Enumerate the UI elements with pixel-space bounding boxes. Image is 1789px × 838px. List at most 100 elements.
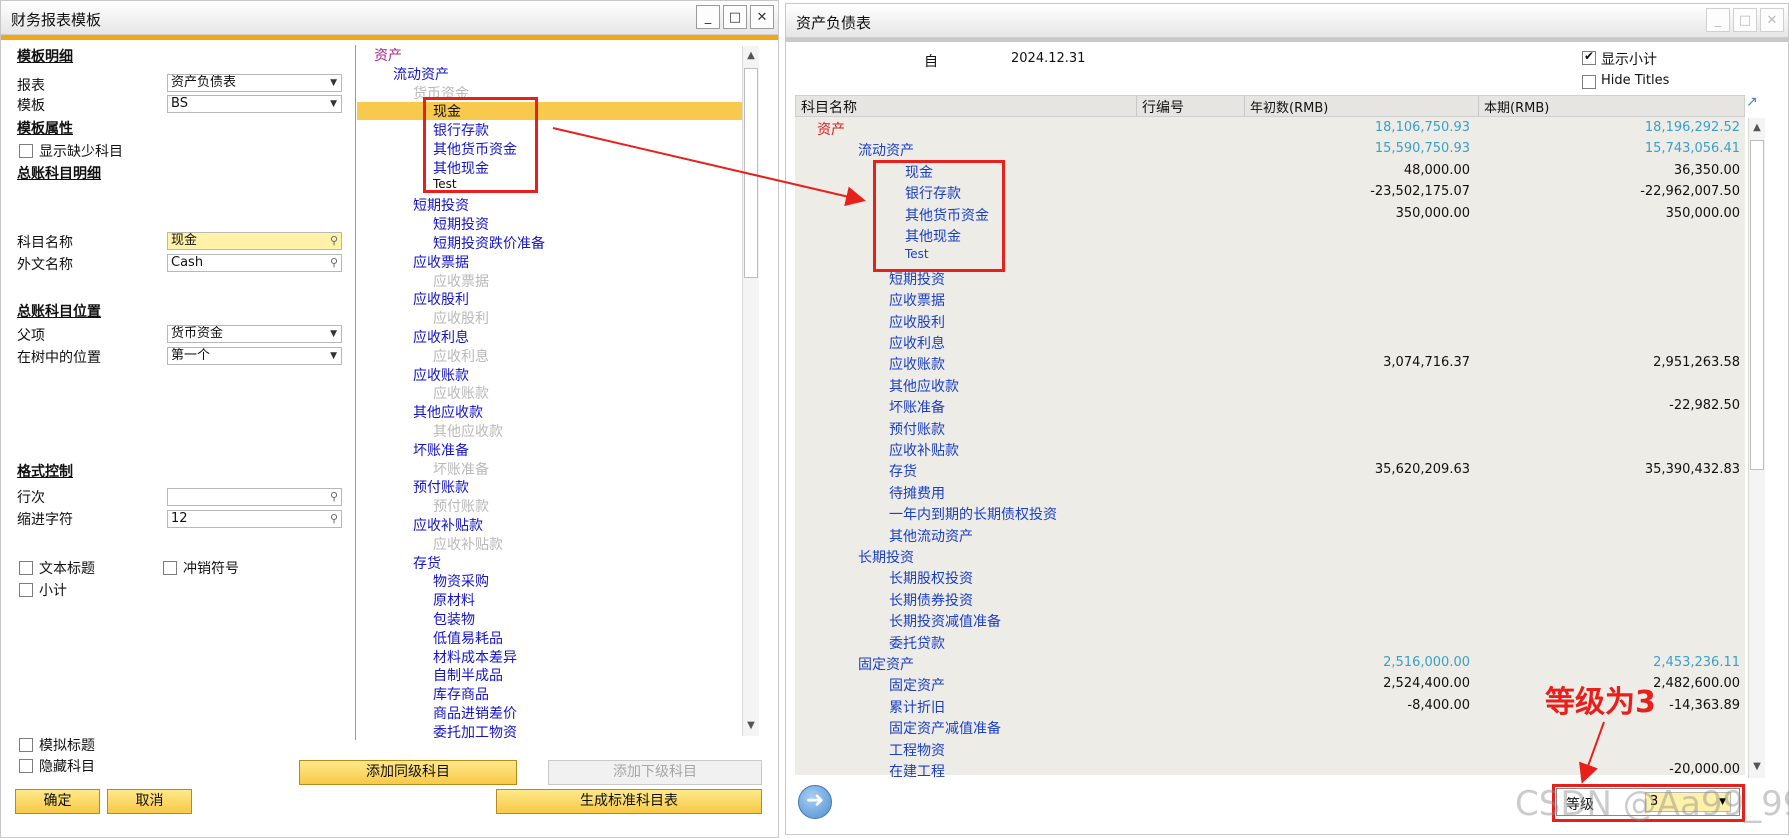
row-account-name[interactable]: 长期债券投资 — [889, 590, 973, 610]
text-title-checkbox[interactable] — [19, 561, 33, 575]
ok-button[interactable]: 确定 — [15, 789, 100, 814]
minimize-icon[interactable]: _ — [696, 5, 720, 29]
row-account-name[interactable]: 其他应收款 — [889, 376, 959, 396]
row-account-name[interactable]: 累计折旧 — [889, 697, 945, 717]
tree-item[interactable]: 原材料 — [433, 590, 475, 610]
row-account-name[interactable]: 应收账款 — [889, 354, 945, 374]
reversal-sign-checkbox[interactable] — [163, 561, 177, 575]
tree-item[interactable]: 物资采购 — [433, 571, 489, 591]
sim-title-checkbox[interactable] — [19, 738, 33, 752]
lookup-icon[interactable]: ⚲ — [330, 489, 338, 505]
row-account-name[interactable]: 应收利息 — [889, 333, 945, 353]
lookup-icon[interactable]: ⚲ — [330, 233, 338, 249]
tree-item[interactable]: 预付账款 — [433, 496, 489, 516]
tree-item[interactable]: 应收补贴款 — [433, 534, 503, 554]
expand-icon[interactable]: ↗ — [1746, 94, 1758, 110]
account-name-input[interactable]: 现金 ⚲ — [167, 232, 342, 250]
tree-item[interactable]: 应收票据 — [413, 252, 469, 272]
tree-item[interactable]: 应收股利 — [413, 289, 469, 309]
hide-titles-checkbox[interactable] — [1582, 75, 1596, 89]
scroll-thumb[interactable] — [1750, 140, 1764, 470]
template-select[interactable]: BS — [167, 95, 342, 113]
tree-item[interactable]: 其他应收款 — [433, 421, 503, 441]
row-account-name[interactable]: 其他流动资产 — [889, 526, 973, 546]
foreign-name-input[interactable]: Cash ⚲ — [167, 254, 342, 272]
tree-scrollbar[interactable]: ▲ ▼ — [742, 46, 759, 736]
tree-item[interactable]: 应收股利 — [433, 308, 489, 328]
tree-item[interactable]: 委托加工物资 — [433, 722, 517, 742]
row-account-name[interactable]: 在建工程 — [889, 761, 945, 781]
row-account-name[interactable]: 固定资产减值准备 — [889, 718, 1001, 738]
tree-item[interactable]: 其他应收款 — [413, 402, 483, 422]
row-account-name[interactable]: 坏账准备 — [889, 397, 945, 417]
hidden-account-checkbox[interactable] — [19, 759, 33, 773]
indent-input[interactable]: 12 ⚲ — [167, 510, 342, 528]
row-account-name[interactable]: 待摊费用 — [889, 483, 945, 503]
scroll-down-icon[interactable]: ▼ — [743, 718, 759, 734]
minimize-icon[interactable]: _ — [1706, 8, 1730, 32]
row-account-name[interactable]: 存货 — [889, 461, 917, 481]
tree-item[interactable]: 坏账准备 — [433, 459, 489, 479]
back-arrow-icon[interactable]: ➜ — [798, 785, 832, 819]
tree-item[interactable]: 应收补贴款 — [413, 515, 483, 535]
parent-select[interactable]: 货币资金 — [167, 325, 342, 343]
line-no-input[interactable]: ⚲ — [167, 488, 342, 506]
scroll-down-icon[interactable]: ▼ — [1749, 759, 1765, 775]
scroll-up-icon[interactable]: ▲ — [1749, 120, 1765, 136]
add-same-level-button[interactable]: 添加同级科目 — [299, 760, 517, 785]
show-missing-checkbox[interactable] — [19, 144, 33, 158]
tree-item[interactable]: 存货 — [413, 553, 441, 573]
maximize-icon[interactable]: □ — [723, 5, 747, 29]
tree-item[interactable]: 低值易耗品 — [433, 628, 503, 648]
tree-item[interactable]: 预付账款 — [413, 477, 469, 497]
col-account-name[interactable]: 科目名称 — [801, 97, 857, 117]
tree-item[interactable]: 库存商品 — [433, 684, 489, 704]
show-subtotal-checkbox[interactable] — [1582, 49, 1596, 65]
add-sub-level-button[interactable]: 添加下级科目 — [548, 760, 762, 785]
cancel-button[interactable]: 取消 — [107, 789, 192, 814]
grid-scrollbar[interactable]: ▲ ▼ — [1748, 118, 1765, 778]
row-account-name[interactable]: 资产 — [817, 119, 845, 139]
tree-item[interactable]: 应收账款 — [433, 383, 489, 403]
row-account-name[interactable]: 工程物资 — [889, 740, 945, 760]
tree-item[interactable]: 包装物 — [433, 609, 475, 629]
tree-item[interactable]: 材料成本差异 — [433, 647, 517, 667]
tree-item[interactable]: 短期投资 — [413, 195, 469, 215]
tree-item[interactable]: 自制半成品 — [433, 665, 503, 685]
row-account-name[interactable]: 一年内到期的长期债权投资 — [889, 504, 1057, 524]
row-account-name[interactable]: 流动资产 — [858, 140, 914, 160]
tree-item[interactable]: 应收利息 — [433, 346, 489, 366]
tree-item[interactable]: 坏账准备 — [413, 440, 469, 460]
tree-item[interactable]: 短期投资跌价准备 — [433, 233, 545, 253]
row-account-name[interactable]: 固定资产 — [858, 654, 914, 674]
tree-item[interactable]: 应收账款 — [413, 365, 469, 385]
generate-standard-button[interactable]: 生成标准科目表 — [496, 789, 762, 814]
row-account-name[interactable]: 固定资产 — [889, 675, 945, 695]
maximize-icon[interactable]: □ — [1733, 8, 1757, 32]
tree-item[interactable]: 资产 — [374, 45, 402, 65]
row-account-name[interactable]: 长期投资减值准备 — [889, 611, 1001, 631]
tree-item[interactable]: 短期投资 — [433, 214, 489, 234]
report-select[interactable]: 资产负债表 — [167, 74, 342, 92]
row-account-name[interactable]: 应收补贴款 — [889, 440, 959, 460]
row-account-name[interactable]: 长期股权投资 — [889, 568, 973, 588]
close-icon[interactable]: ✕ — [1760, 8, 1784, 32]
subtotal-checkbox[interactable] — [19, 583, 33, 597]
row-account-name[interactable]: 委托贷款 — [889, 633, 945, 653]
row-account-name[interactable]: 长期投资 — [858, 547, 914, 567]
close-icon[interactable]: ✕ — [750, 5, 774, 29]
tree-item[interactable]: 流动资产 — [393, 64, 449, 84]
row-account-name[interactable]: 应收股利 — [889, 312, 945, 332]
tree-position-select[interactable]: 第一个 — [167, 347, 342, 365]
col-line-no[interactable]: 行编号 — [1142, 97, 1184, 117]
scroll-up-icon[interactable]: ▲ — [743, 48, 759, 64]
col-begin-amount[interactable]: 年初数(RMB) — [1250, 97, 1328, 116]
tree-item[interactable]: 应收利息 — [413, 327, 469, 347]
lookup-icon[interactable]: ⚲ — [330, 255, 338, 271]
row-account-name[interactable]: 应收票据 — [889, 290, 945, 310]
row-account-name[interactable]: 预付账款 — [889, 419, 945, 439]
tree-item[interactable]: 应收票据 — [433, 271, 489, 291]
lookup-icon[interactable]: ⚲ — [330, 511, 338, 527]
col-current-amount[interactable]: 本期(RMB) — [1484, 97, 1549, 116]
scroll-thumb[interactable] — [744, 68, 758, 278]
